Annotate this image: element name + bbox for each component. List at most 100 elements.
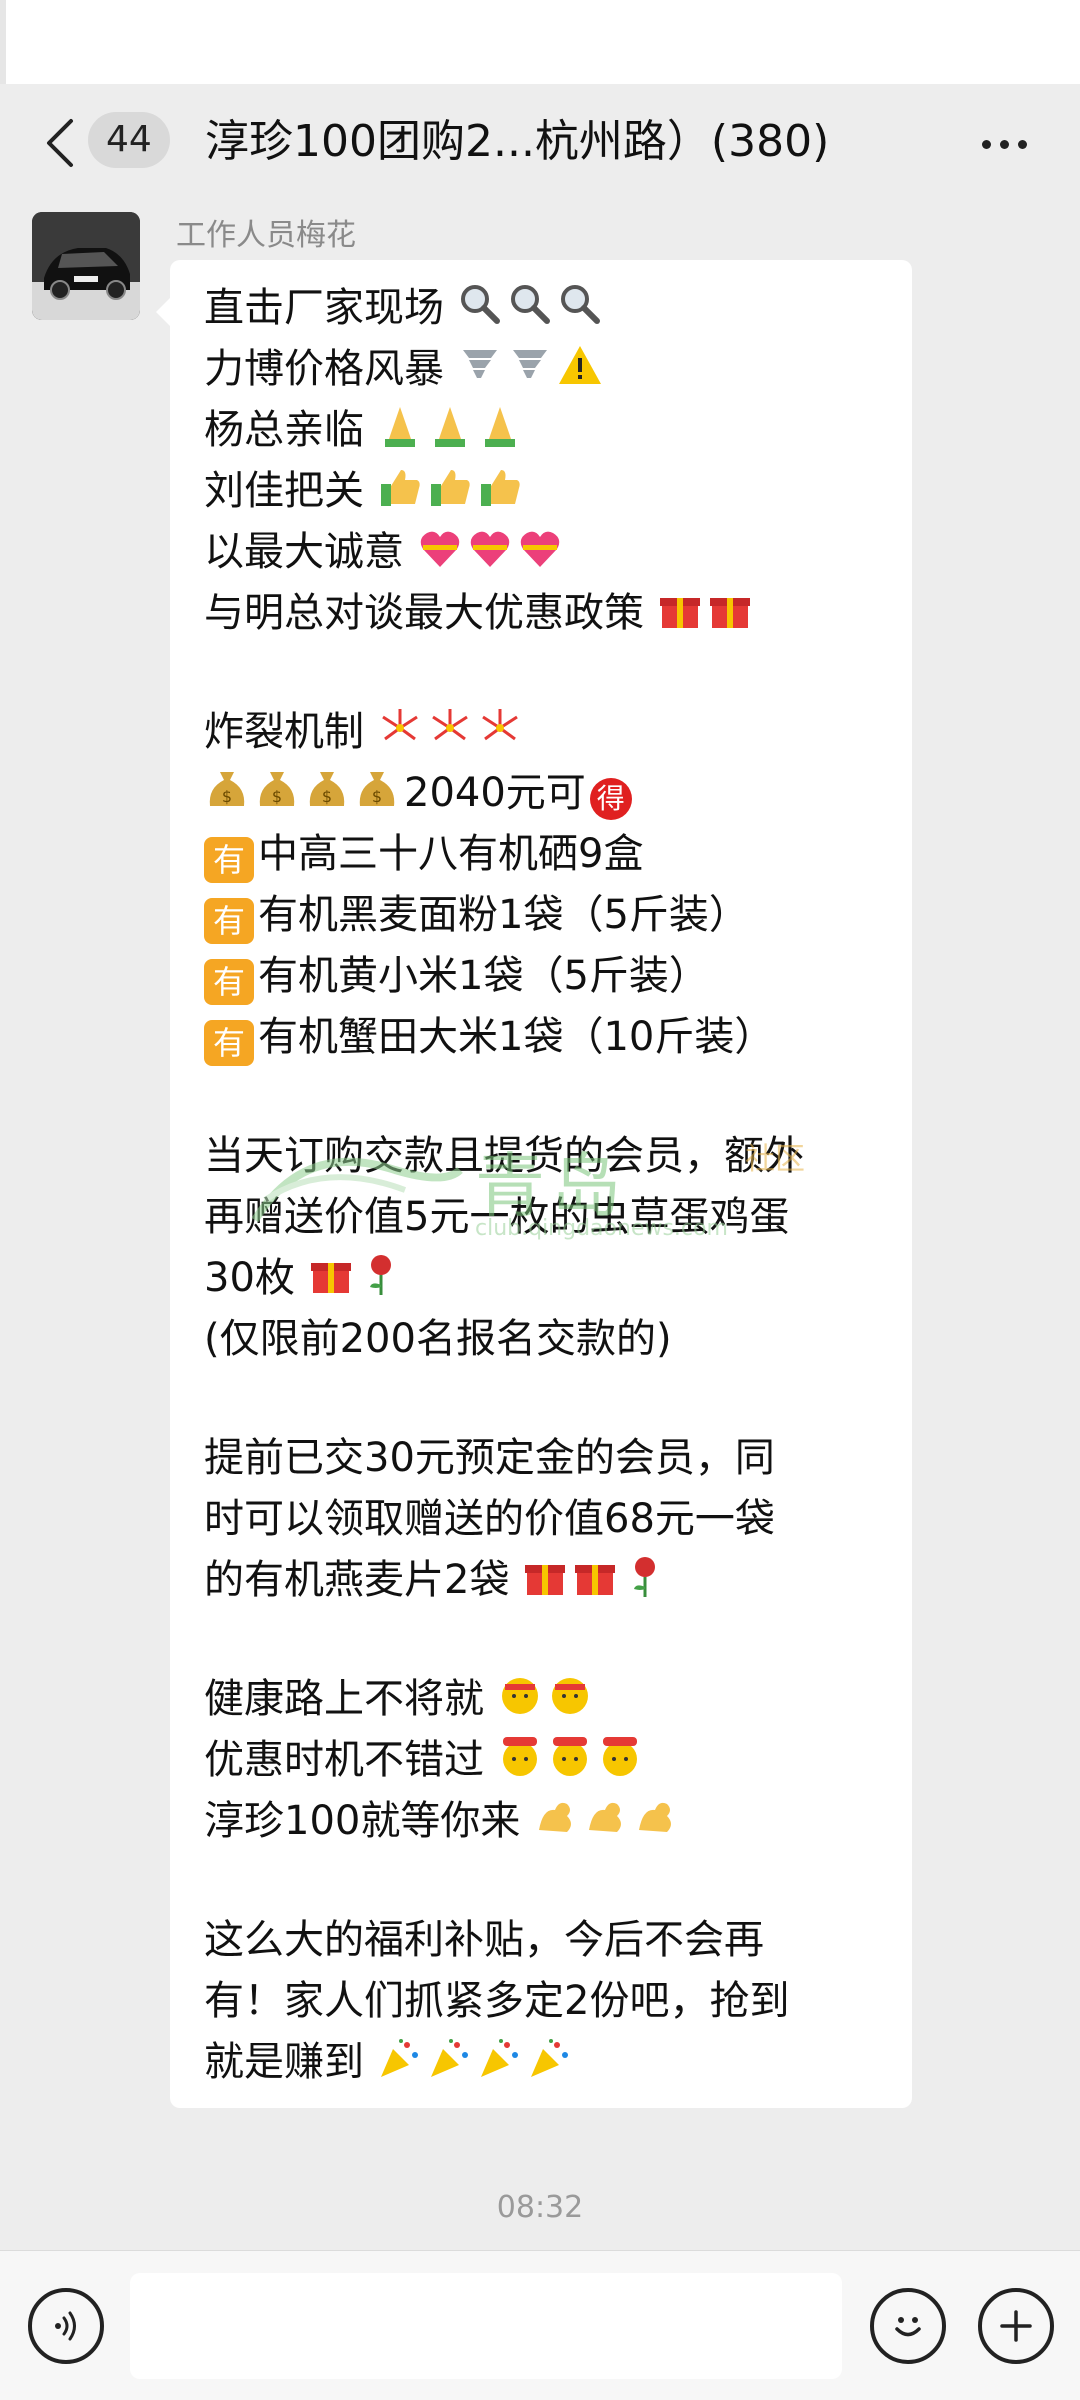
message-line: 力博价格风暴 [204, 339, 894, 400]
dot-icon [1017, 139, 1027, 149]
message-text: 直击厂家现场 力博价格风暴 杨总亲临 刘佳把关 以最大诚意 与明总对谈最大优惠政… [204, 278, 894, 2093]
rose-icon [369, 1255, 391, 1295]
rose-icon [634, 1557, 656, 1597]
message-line: 炸裂机制 [204, 702, 894, 763]
status-bar [0, 0, 1080, 84]
666-icon [502, 1737, 537, 1776]
party-popper-icon [430, 2039, 468, 2077]
message-line: 直击厂家现场 [204, 278, 894, 339]
unread-count-badge[interactable]: 44 [88, 112, 170, 168]
you-badge: 有 [204, 959, 254, 1005]
message-line: 以最大诚意 [204, 522, 894, 583]
pray-icon [484, 407, 515, 447]
muscle-icon [539, 1802, 572, 1832]
chevron-left-icon [47, 119, 73, 167]
message-line: 杨总亲临 [204, 400, 894, 461]
thumbs-up-icon [430, 470, 470, 506]
emoji-button[interactable] [870, 2288, 946, 2364]
message-timestamp: 08:32 [496, 2190, 584, 2225]
salute-icon [551, 1678, 588, 1714]
money-bag-icon: $ [209, 772, 245, 806]
money-bag-icon: $ [359, 772, 395, 806]
message-line: 提前已交30元预定金的会员，同 [204, 1435, 775, 1481]
magnifier-icon [560, 285, 600, 324]
message-line: 有有机蟹田大米1袋（10斤装） [204, 1007, 894, 1068]
chat-title[interactable]: 淳珍100团购2...杭州路）(380) [205, 110, 945, 174]
message-line: 刘佳把关 [204, 461, 894, 522]
muscle-icon [589, 1802, 622, 1832]
message-line: 再赠送价值5元一枚的虫草蛋鸡蛋 [204, 1194, 790, 1240]
message-line: (仅限前200名报名交款的) [204, 1316, 672, 1362]
tornado-icon [462, 350, 497, 378]
thumbs-up-icon [380, 470, 420, 506]
gift-icon [709, 598, 750, 628]
message-line: 淳珍100就等你来 [204, 1791, 894, 1852]
party-popper-icon [530, 2039, 568, 2077]
message-line: 就是赚到 [204, 2032, 894, 2093]
heart-gift-icon [420, 531, 459, 567]
firework-icon [431, 709, 468, 741]
plus-icon [1000, 2310, 1032, 2342]
more-options-button[interactable] [972, 114, 1036, 174]
you-badge: 有 [204, 837, 254, 883]
more-actions-button[interactable] [978, 2288, 1054, 2364]
smiley-icon [895, 2317, 921, 2337]
gift-icon [525, 1565, 566, 1595]
money-bag-icon: $ [259, 772, 295, 806]
tornado-icon [512, 350, 547, 378]
message-bubble[interactable]: 直击厂家现场 力博价格风暴 杨总亲临 刘佳把关 以最大诚意 与明总对谈最大优惠政… [156, 260, 912, 2108]
warning-icon [558, 346, 601, 384]
salute-icon [501, 1678, 538, 1714]
666-icon [552, 1737, 587, 1776]
gift-icon [659, 598, 700, 628]
gift-icon [310, 1263, 351, 1293]
message-line: 健康路上不将就 [204, 1669, 894, 1730]
svg-text:$: $ [322, 787, 332, 806]
you-badge: 有 [204, 1020, 254, 1066]
pray-icon [434, 407, 465, 447]
message-line: 与明总对谈最大优惠政策 [204, 583, 894, 644]
svg-text:$: $ [222, 787, 232, 806]
de-badge: 得 [589, 778, 632, 820]
svg-text:$: $ [372, 787, 382, 806]
firework-icon [381, 709, 418, 741]
message-line: 有！家人们抓紧多定2份吧，抢到 [204, 1978, 790, 2024]
message-line: $ $ $ $2040元可得 [204, 763, 894, 824]
party-popper-icon [480, 2039, 518, 2077]
message-line: 这么大的福利补贴，今后不会再 [204, 1917, 764, 1963]
svg-text:$: $ [272, 787, 282, 806]
heart-gift-icon [470, 531, 509, 567]
message-line: 当天订购交款且提货的会员，额外 [204, 1133, 804, 1179]
sender-name: 工作人员梅花 [176, 218, 356, 253]
input-bar [0, 2250, 1080, 2400]
gift-icon [575, 1565, 616, 1595]
message-line: 的有机燕麦片2袋 [204, 1550, 894, 1611]
magnifier-icon [460, 285, 500, 324]
dot-icon [981, 139, 991, 149]
message-line: 优惠时机不错过 [204, 1730, 894, 1791]
pray-icon [384, 407, 415, 447]
party-popper-icon [380, 2039, 418, 2077]
status-bar-edge [0, 0, 6, 84]
sender-avatar[interactable] [32, 212, 140, 320]
car-avatar-icon [32, 212, 140, 320]
message-input[interactable] [130, 2273, 842, 2379]
you-badge: 有 [204, 898, 254, 944]
message-line: 有有机黄小米1袋（5斤装） [204, 946, 894, 1007]
666-icon [602, 1737, 637, 1776]
dot-icon [999, 139, 1009, 149]
voice-icon [55, 2311, 76, 2341]
message-line: 时可以领取赠送的价值68元一袋 [204, 1496, 775, 1542]
thumbs-up-icon [480, 470, 520, 506]
muscle-icon [639, 1802, 672, 1832]
magnifier-icon [510, 285, 550, 324]
back-button[interactable] [30, 108, 90, 178]
voice-input-button[interactable] [28, 2288, 104, 2364]
message-line: 有中高三十八有机硒9盒 [204, 824, 894, 885]
heart-gift-icon [520, 531, 559, 567]
